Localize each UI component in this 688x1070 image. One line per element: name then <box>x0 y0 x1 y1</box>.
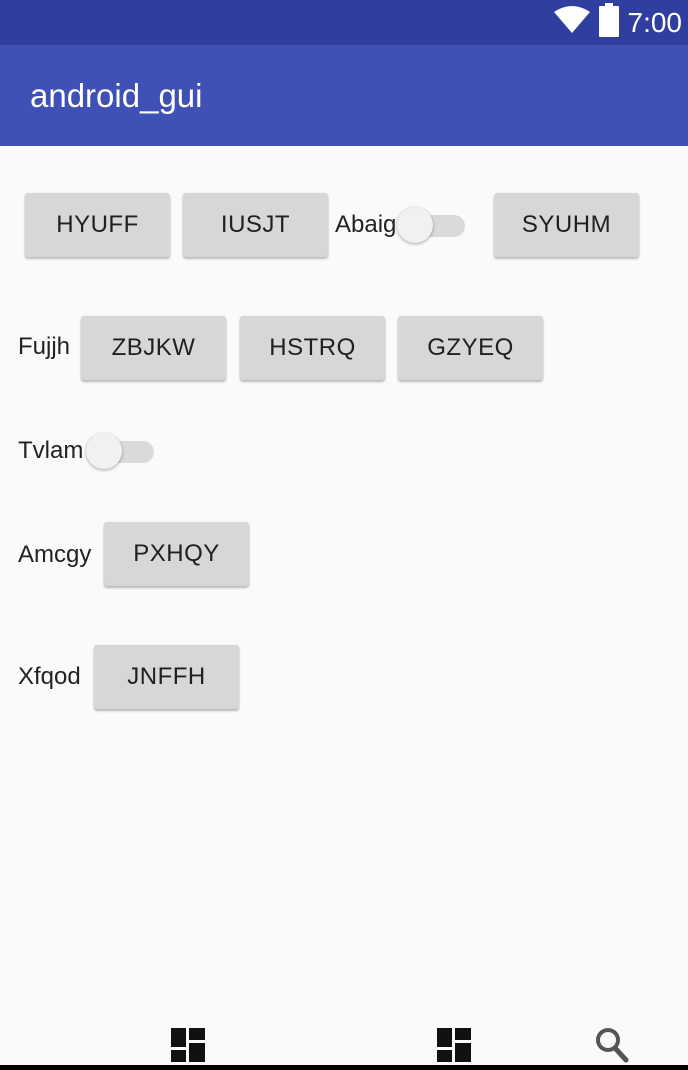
amcgy-label: Amcgy <box>18 541 92 568</box>
hstrq-button[interactable]: HSTRQ <box>240 316 385 380</box>
abaig-switch[interactable] <box>397 205 467 245</box>
gzyeq-button[interactable]: GZYEQ <box>398 316 543 380</box>
search-icon[interactable] <box>595 1027 629 1068</box>
dashboard-icon[interactable] <box>171 1028 205 1067</box>
status-bar: 7:00 <box>0 0 688 45</box>
status-icons: 7:00 <box>553 0 683 45</box>
abaig-switch-label: Abaig <box>335 211 397 238</box>
syuhm-button[interactable]: SYUHM <box>494 193 639 257</box>
bottom-nav <box>0 1020 688 1070</box>
wifi-icon <box>553 6 590 39</box>
screen: 7:00 android_gui HYUFF IUSJT Abaig SYUHM… <box>0 0 688 1070</box>
fujjh-label: Fujjh <box>18 333 71 360</box>
xfqod-label: Xfqod <box>18 663 81 690</box>
switch-thumb <box>86 433 122 469</box>
bottom-edge <box>0 1065 688 1070</box>
tvlam-switch-label: Tvlam <box>18 437 84 464</box>
switch-thumb <box>397 207 433 243</box>
pxhqy-button[interactable]: PXHQY <box>104 522 249 586</box>
hyuff-button[interactable]: HYUFF <box>25 193 170 257</box>
tvlam-switch[interactable] <box>86 431 156 471</box>
app-title: android_gui <box>30 77 203 114</box>
jnffh-button[interactable]: JNFFH <box>94 645 239 709</box>
app-bar: android_gui <box>0 45 688 146</box>
dashboard-icon[interactable] <box>437 1028 471 1067</box>
zbjkw-button[interactable]: ZBJKW <box>81 316 226 380</box>
battery-icon <box>598 3 620 42</box>
iusjt-button[interactable]: IUSJT <box>183 193 328 257</box>
status-time: 7:00 <box>627 6 683 38</box>
